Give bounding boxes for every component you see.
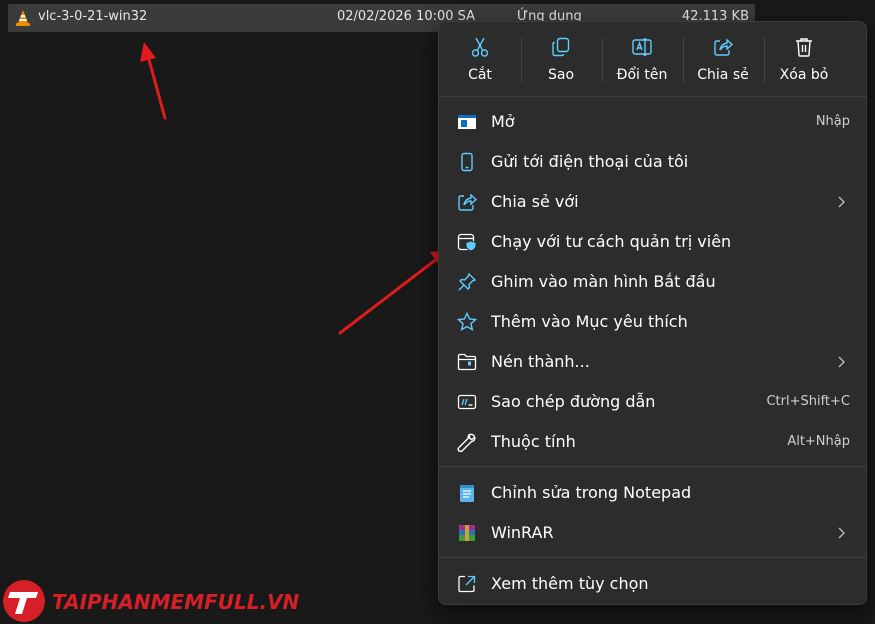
share-icon: [457, 192, 478, 212]
menu-item-compress-to[interactable]: Nén thành...: [439, 342, 866, 382]
menu-item-copy-path[interactable]: Sao chép đường dẫn Ctrl+Shift+C: [439, 382, 866, 422]
menu-item-label: Chỉnh sửa trong Notepad: [491, 483, 692, 502]
menu-item-label: Nén thành...: [491, 352, 590, 371]
wrench-icon: [457, 432, 477, 453]
menu-item-label: Mở: [491, 112, 515, 131]
menu-item-run-as-admin[interactable]: Chạy với tư cách quản trị viên: [439, 222, 866, 262]
menu-item-label: Ghim vào màn hình Bắt đầu: [491, 272, 716, 291]
chevron-right-icon: [838, 527, 845, 539]
menu-item-shortcut: Alt+Nhập: [787, 434, 850, 449]
menu-item-shortcut: Nhập: [815, 114, 850, 129]
menu-toolbar: Cắt Sao Đổi tên Chia sẻ Xóa bỏ: [439, 22, 866, 97]
menu-item-open[interactable]: Mở Nhập: [439, 102, 866, 142]
menu-item-label: Sao chép đường dẫn: [491, 392, 656, 411]
zip-folder-icon: [457, 352, 477, 372]
menu-divider: [439, 96, 866, 97]
menu-item-properties[interactable]: Thuộc tính Alt+Nhập: [439, 422, 866, 462]
phone-icon: [457, 152, 477, 172]
menu-item-label: Chia sẻ với: [491, 192, 579, 211]
share-icon: [714, 38, 734, 56]
menu-item-label: Gửi tới điện thoại của tôi: [491, 152, 689, 171]
expand-icon: [457, 574, 477, 594]
menu-item-label: Thêm vào Mục yêu thích: [491, 312, 688, 331]
rename-label: Đổi tên: [616, 67, 668, 83]
menu-item-shortcut: Ctrl+Shift+C: [766, 394, 850, 409]
delete-button[interactable]: Xóa bỏ: [765, 32, 843, 90]
copy-path-icon: [457, 392, 477, 412]
admin-shield-icon: [457, 232, 477, 252]
watermark-text: TAIPHANMEMFULL.VN: [52, 590, 300, 614]
trash-icon: [796, 38, 812, 57]
rename-button[interactable]: Đổi tên: [603, 32, 681, 90]
cut-button[interactable]: Cắt: [441, 32, 519, 90]
chevron-right-icon: [838, 196, 845, 208]
watermark-logo: TAIPHANMEMFULL.VN: [0, 578, 320, 624]
pin-icon: [457, 272, 477, 292]
vlc-cone-icon: [14, 9, 32, 27]
star-icon: [456, 311, 478, 332]
share-label: Chia sẻ: [697, 67, 749, 83]
menu-item-pin-to-start[interactable]: Ghim vào màn hình Bắt đầu: [439, 262, 866, 302]
file-name: vlc-3-0-21-win32: [38, 9, 148, 24]
copy-label: Sao: [547, 67, 575, 83]
context-menu: Cắt Sao Đổi tên Chia sẻ Xóa bỏ Mở Nhập G…: [438, 21, 867, 605]
menu-item-share-with[interactable]: Chia sẻ với: [439, 182, 866, 222]
menu-item-winrar[interactable]: WinRAR: [439, 513, 866, 553]
menu-item-label: Xem thêm tùy chọn: [491, 574, 649, 593]
menu-item-label: Thuộc tính: [491, 432, 576, 451]
logo-t-icon: [3, 580, 45, 622]
scissors-icon: [471, 37, 489, 57]
menu-item-send-to-phone[interactable]: Gửi tới điện thoại của tôi: [439, 142, 866, 182]
menu-item-add-to-favorites[interactable]: Thêm vào Mục yêu thích: [439, 302, 866, 342]
chevron-right-icon: [838, 356, 845, 368]
cut-label: Cắt: [468, 67, 492, 83]
window-icon: [457, 112, 477, 132]
share-button[interactable]: Chia sẻ: [684, 32, 762, 90]
winrar-icon: [457, 523, 477, 543]
delete-label: Xóa bỏ: [779, 67, 829, 83]
arrow-to-file: [140, 42, 167, 120]
menu-item-show-more-options[interactable]: Xem thêm tùy chọn: [439, 564, 866, 604]
rename-icon: [632, 38, 652, 56]
menu-item-edit-in-notepad[interactable]: Chỉnh sửa trong Notepad: [439, 473, 866, 513]
menu-divider: [439, 557, 866, 558]
copy-icon: [552, 37, 570, 57]
menu-item-label: WinRAR: [491, 523, 554, 542]
copy-button[interactable]: Sao: [522, 32, 600, 90]
arrow-to-run-admin: [338, 250, 450, 335]
menu-divider: [439, 466, 866, 467]
notepad-icon: [457, 483, 477, 503]
menu-item-label: Chạy với tư cách quản trị viên: [491, 232, 732, 251]
